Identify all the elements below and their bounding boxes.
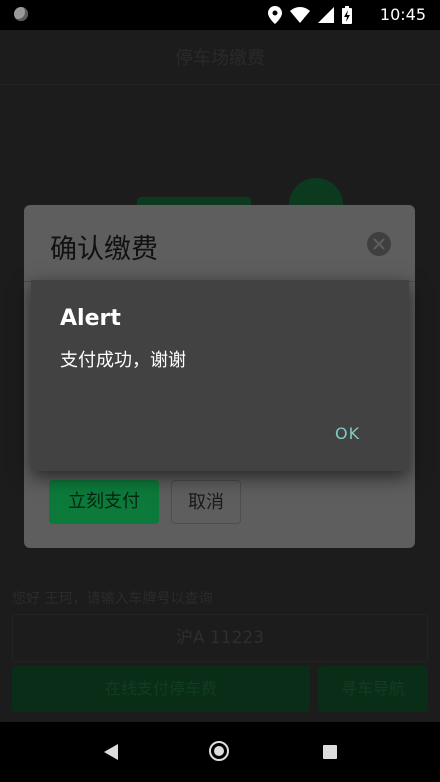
status-bar: x 10:45 <box>0 0 440 30</box>
alert-message: 支付成功，谢谢 <box>60 350 186 371</box>
recent-apps-icon[interactable] <box>323 745 337 759</box>
alert-title: Alert <box>60 306 121 331</box>
app-title: 停车场缴费 <box>175 48 265 69</box>
pay-online-button: 在线支付停车费 <box>12 666 310 712</box>
wifi-icon: x <box>290 7 310 23</box>
app-notification-icon <box>14 7 28 21</box>
navigation-bar <box>0 722 440 782</box>
header-divider <box>0 84 440 85</box>
close-icon <box>367 232 391 256</box>
clock: 10:45 <box>379 5 426 24</box>
plate-hint: 您好 王珂，请输入车牌号以查询 <box>12 591 213 607</box>
confirm-dialog-title: 确认缴费 <box>50 234 158 265</box>
cancel-button: 取消 <box>171 480 241 524</box>
ok-button[interactable]: OK <box>335 424 360 443</box>
status-icons: x <box>268 6 352 24</box>
pay-now-button: 立刻支付 <box>49 480 159 524</box>
signal-icon <box>318 7 334 23</box>
location-icon <box>268 6 282 24</box>
battery-icon <box>342 6 352 24</box>
find-car-button: 寻车导航 <box>318 666 428 712</box>
home-icon[interactable] <box>209 741 229 761</box>
plate-input: 沪A 11223 <box>12 614 428 662</box>
alert-dialog: Alert 支付成功，谢谢 OK <box>31 280 409 471</box>
back-icon[interactable] <box>103 744 119 760</box>
svg-text:x: x <box>304 15 310 23</box>
